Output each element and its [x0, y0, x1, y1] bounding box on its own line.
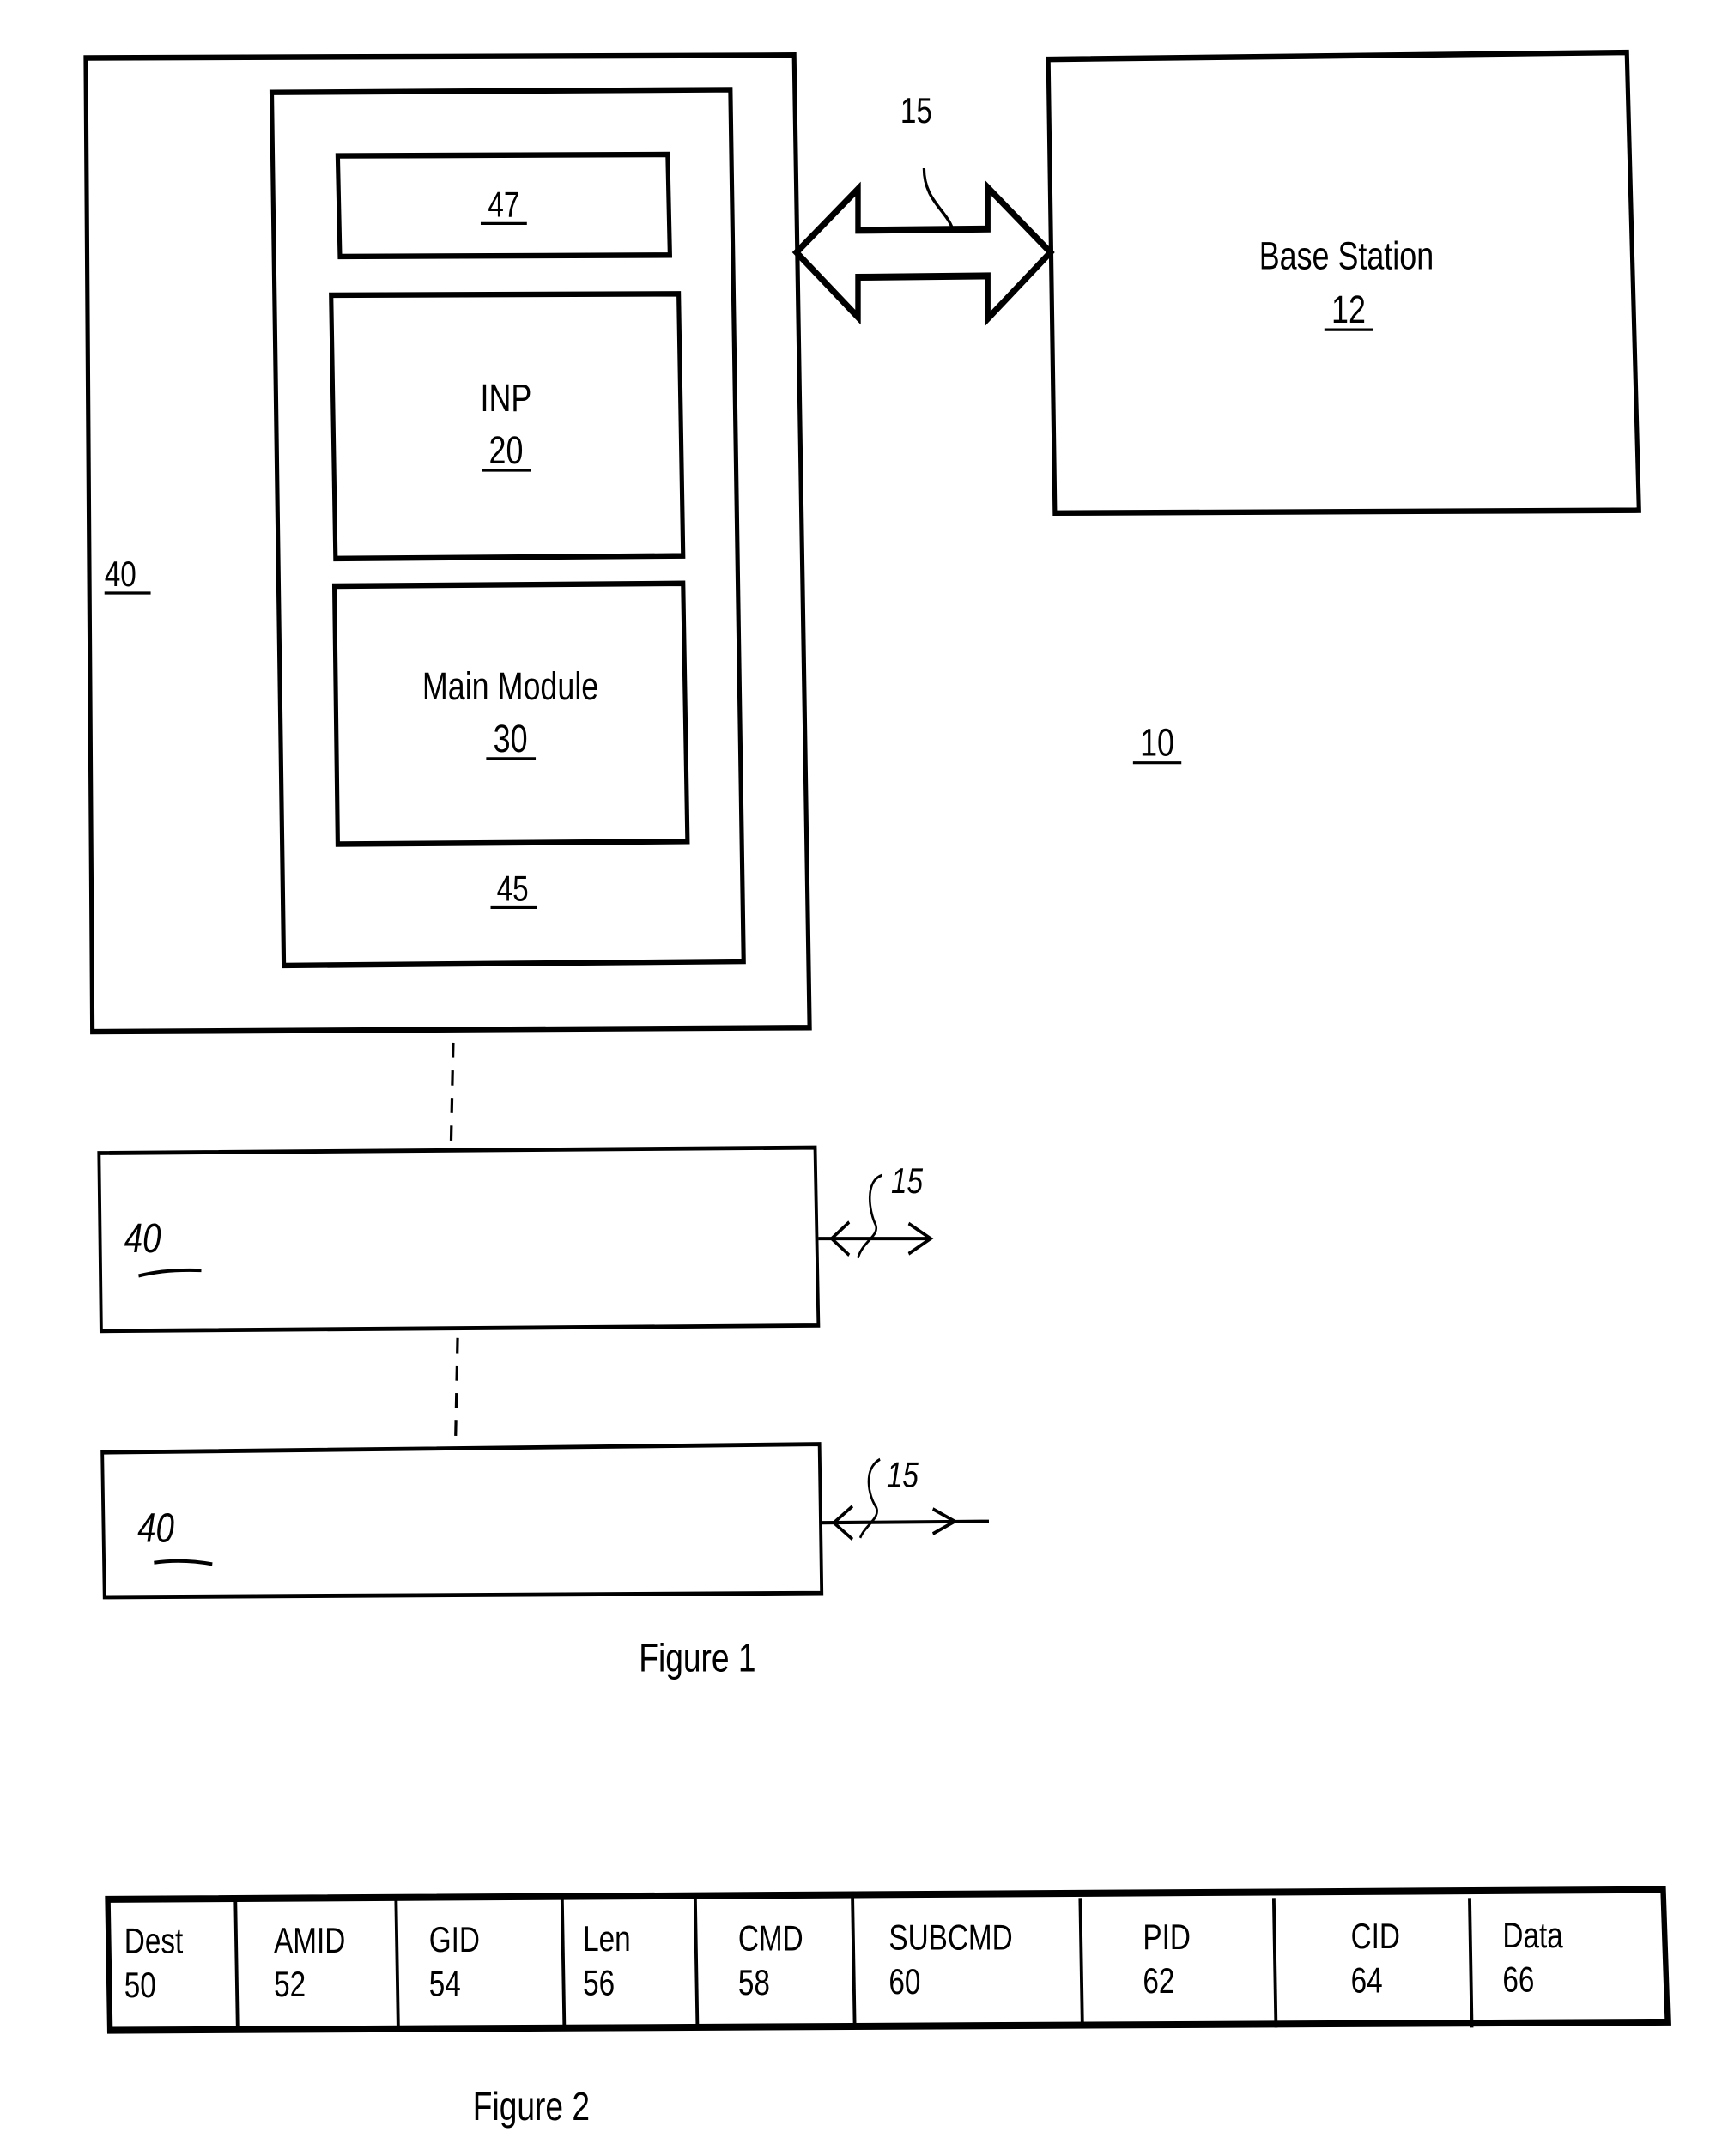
figure-1: 40 45 47 INP 20 Main Module 30 15 Base S…: [83, 49, 1641, 1681]
dashed-connector-1: [449, 1042, 455, 1145]
additional-node-2-outline: [100, 1442, 824, 1600]
packet-field-ref: 60: [888, 1963, 920, 2002]
packet-field-gid: GID 54: [429, 1920, 480, 2004]
packet-field-name: CID: [1351, 1917, 1400, 1956]
bidirectional-arrow-icon: [791, 180, 1055, 326]
figure-2: Dest 50 AMID 52 GID 54 Len 56 CMD 58 SUBCMD 60 PID 62…: [105, 1886, 1671, 2129]
dashed-connector-2: [453, 1337, 459, 1446]
link-line: [822, 1519, 989, 1525]
additional-node-2-label-underline: [154, 1559, 213, 1566]
additional-node-1-label: 40: [124, 1216, 161, 1262]
figure-1-caption: Figure 1: [639, 1636, 755, 1681]
inp-outline: [329, 291, 686, 562]
packet-field-data: Data 66: [1502, 1917, 1562, 2001]
node-40-label: 40: [105, 555, 136, 595]
board-45-label: 45: [497, 869, 529, 909]
additional-node-1-label-underline: [138, 1268, 202, 1278]
wireless-link-15: 15: [791, 92, 1055, 326]
packet-field-divider: [394, 1898, 400, 2028]
block-47: 47: [335, 151, 673, 260]
sensor-node-40: 40: [83, 52, 812, 1035]
packet-field-pid: PID 62: [1143, 1917, 1191, 2002]
additional-node-2: 40 15: [100, 1442, 989, 1600]
packet-field-name: GID: [429, 1920, 480, 1959]
link-leader-squiggle: [857, 1173, 883, 1259]
main-module-title: Main Module: [422, 664, 598, 708]
packet-field-subcmd: SUBCMD 60: [888, 1918, 1012, 2002]
inp-module-20: INP 20: [329, 291, 686, 562]
system-label: 10: [1140, 721, 1174, 765]
link-15-leader-line: [922, 167, 955, 230]
packet-field-len: Len 56: [583, 1920, 631, 2004]
packet-field-ref: 58: [738, 1963, 770, 2002]
node-40-outline: [83, 52, 812, 1035]
link-15-label: 15: [900, 92, 932, 131]
packet-field-divider: [851, 1898, 857, 2028]
packet-field-cid: CID 64: [1351, 1917, 1400, 2001]
additional-node-2-label: 40: [137, 1506, 174, 1552]
packet-field-ref: 50: [124, 1966, 156, 2006]
additional-node-2-link-label: 15: [887, 1456, 919, 1495]
additional-node-2-link: 15: [822, 1456, 989, 1541]
main-module-30: Main Module 30: [331, 580, 690, 847]
packet-field-ref: 62: [1143, 1962, 1174, 2002]
link-leader-squiggle: [858, 1457, 881, 1539]
packet-field-ref: 52: [274, 1965, 306, 2005]
packet-field-name: PID: [1143, 1917, 1191, 1957]
inp-title: INP: [481, 376, 532, 420]
additional-node-1: 40 15: [97, 1145, 934, 1334]
packet-field-name: Data: [1502, 1917, 1562, 1956]
packet-field-cmd: CMD 58: [738, 1919, 803, 2003]
packet-field-divider: [233, 1898, 240, 2028]
main-module-outline: [331, 580, 690, 847]
packet-field-divider: [1468, 1898, 1474, 2028]
packet-field-divider: [693, 1898, 700, 2028]
additional-node-1-link: 15: [818, 1162, 934, 1259]
system-10: 10: [1132, 721, 1182, 765]
packet-field-divider: [560, 1898, 567, 2028]
packet-field-divider: [1078, 1898, 1084, 2028]
packet-field-ref: 64: [1351, 1961, 1383, 2001]
additional-node-1-link-label: 15: [891, 1162, 924, 1202]
packet-field-name: CMD: [738, 1919, 803, 1959]
packet-field-dest: Dest 50: [124, 1922, 184, 2006]
additional-node-1-outline: [97, 1145, 821, 1334]
inp-ref: 20: [488, 428, 523, 472]
packet-field-ref: 66: [1502, 1960, 1534, 2000]
figure-2-caption: Figure 2: [473, 2084, 590, 2129]
packet-field-name: AMID: [274, 1921, 345, 1960]
packet-field-ref: 54: [429, 1965, 461, 2004]
main-module-ref: 30: [494, 717, 528, 760]
block-47-label: 47: [488, 185, 519, 225]
packet-field-ref: 56: [583, 1964, 615, 2003]
base-station-title: Base Station: [1259, 233, 1434, 277]
packet-field-amid: AMID 52: [274, 1921, 345, 2005]
base-station-ref: 12: [1331, 288, 1366, 331]
patent-drawing-page: 40 45 47 INP 20 Main Module 30 15 Base S…: [0, 0, 1716, 2152]
packet-format-table: Dest 50 AMID 52 GID 54 Len 56 CMD 58 SUBCMD 60 PID 62…: [105, 1886, 1671, 2034]
packet-field-name: SUBCMD: [888, 1918, 1012, 1958]
packet-field-divider: [1271, 1898, 1278, 2028]
base-station-outline: [1046, 49, 1641, 517]
diagram-canvas: 40 45 47 INP 20 Main Module 30 15 Base S…: [83, 49, 1671, 2129]
packet-field-name: Dest: [124, 1922, 184, 1961]
base-station-12: Base Station 12: [1046, 49, 1641, 517]
packet-field-name: Len: [583, 1920, 631, 1959]
